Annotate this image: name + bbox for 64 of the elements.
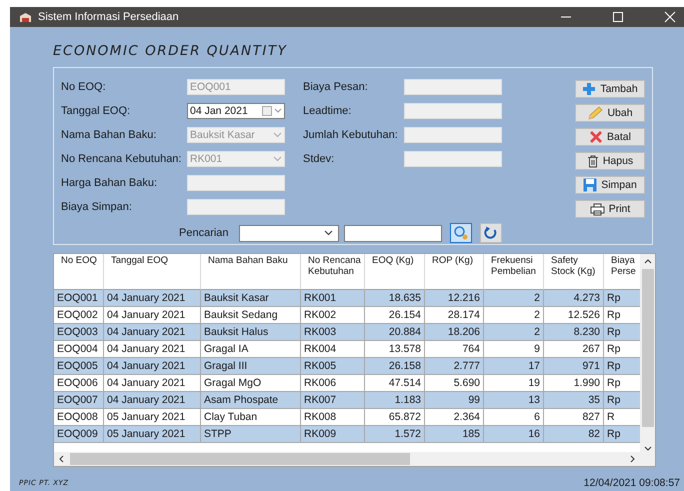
table-cell: 16 <box>484 426 544 443</box>
calendar-icon <box>262 106 282 116</box>
field-label: Stdev: <box>303 153 336 165</box>
edit-button[interactable]: Ubah <box>575 104 645 122</box>
column-header[interactable]: Tanggal EOQ <box>104 254 201 290</box>
table-cell: RK009 <box>301 426 365 443</box>
delete-button[interactable]: Hapus <box>575 152 645 170</box>
table-cell: EOQ009 <box>54 426 104 443</box>
column-header[interactable]: Frekuensi Pembelian <box>484 254 544 290</box>
table-cell: 05 January 2021 <box>104 426 201 443</box>
scroll-right-icon[interactable] <box>628 455 636 463</box>
scroll-down-icon[interactable] <box>644 444 652 452</box>
plus-icon <box>582 82 596 96</box>
scroll-up-icon[interactable] <box>644 258 652 266</box>
window-title: Sistem Informasi Persediaan <box>38 11 179 23</box>
search-button[interactable] <box>450 223 472 243</box>
column-header[interactable]: Safety Stock (Kg) <box>544 254 604 290</box>
column-header[interactable]: EOQ (Kg) <box>365 254 425 290</box>
maximize-icon[interactable] <box>612 11 624 23</box>
column-header[interactable]: Nama Bahan Baku <box>201 254 301 290</box>
search-icon <box>452 225 469 241</box>
field-label: Harga Bahan Baku: <box>61 177 158 189</box>
date-picker[interactable]: 04 Jan 2021 <box>187 103 285 119</box>
cancel-button[interactable]: Batal <box>575 128 645 146</box>
page-heading: ECONOMIC ORDER QUANTITY <box>53 43 288 59</box>
chevron-down-icon <box>273 132 282 138</box>
column-header[interactable]: ROP (Kg) <box>425 254 484 290</box>
scrollbar-thumb[interactable] <box>70 453 410 465</box>
chevron-down-icon <box>324 230 333 236</box>
table-cell: STPP <box>201 426 301 443</box>
table-cell: 82 <box>544 426 604 443</box>
field-label: Biaya Pesan: <box>303 81 369 93</box>
search-field[interactable] <box>344 224 442 242</box>
table-cell: 1.572 <box>365 426 425 443</box>
refresh-button[interactable] <box>480 223 502 243</box>
column-header[interactable]: No Rencana Kebutuhan <box>301 254 365 290</box>
warehouse-icon <box>19 12 32 22</box>
cross-icon <box>589 131 604 143</box>
datetime-label: 12/04/2021 09:08:57 <box>584 477 680 489</box>
field-label: Tanggal EOQ: <box>61 105 132 117</box>
chevron-down-icon <box>273 156 282 162</box>
add-button[interactable]: Tambah <box>575 80 645 98</box>
close-icon[interactable] <box>664 11 676 23</box>
field-label: No EOQ: <box>61 81 107 93</box>
refresh-icon <box>484 226 498 240</box>
vertical-scrollbar[interactable] <box>640 254 655 466</box>
search-category-dropdown[interactable] <box>238 224 339 242</box>
printer-icon <box>590 202 605 216</box>
field-label: Jumlah Kebutuhan: <box>303 129 399 141</box>
search-label: Pencarian <box>179 227 229 239</box>
trash-icon <box>586 154 599 168</box>
column-header[interactable]: Biaya Perse <box>604 254 640 290</box>
save-button[interactable]: Simpan <box>575 176 645 194</box>
field-label: Biaya Simpan: <box>61 201 133 213</box>
field-label: Leadtime: <box>303 105 352 117</box>
table-cell: 185 <box>425 426 484 443</box>
field-label: Nama Bahan Baku: <box>61 129 158 141</box>
field-label: No Rencana Kebutuhan: <box>61 153 182 165</box>
scrollbar-thumb[interactable] <box>642 269 654 427</box>
scroll-left-icon[interactable] <box>58 455 66 463</box>
print-button[interactable]: Print <box>575 200 645 218</box>
horizontal-scrollbar[interactable] <box>54 452 640 466</box>
pencil-icon <box>587 106 604 120</box>
column-header[interactable]: No EOQ <box>54 254 104 290</box>
